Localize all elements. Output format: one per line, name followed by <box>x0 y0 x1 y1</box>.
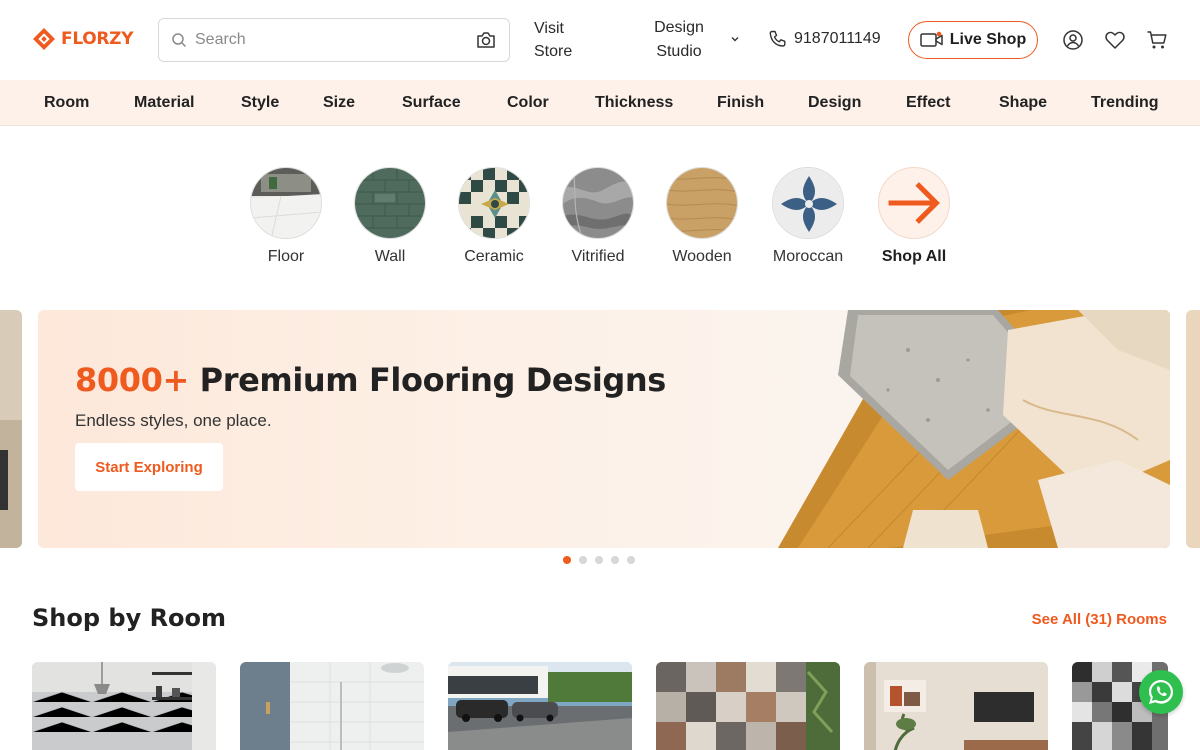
carousel-dots <box>563 556 635 564</box>
banner-title-text: Premium Flooring Designs <box>199 361 667 399</box>
banner-tiles-image <box>778 310 1170 548</box>
ceramic-thumbnail <box>458 167 530 239</box>
chevron-down-icon[interactable] <box>729 33 741 45</box>
phone-number: 9187011149 <box>794 30 881 47</box>
category-style[interactable]: Style <box>241 94 279 112</box>
moroccan-thumbnail <box>772 167 844 239</box>
category-trending[interactable]: Trending <box>1091 94 1159 112</box>
wall-thumbnail <box>354 167 426 239</box>
tile-type-label: Vitrified <box>571 248 625 265</box>
search-bar <box>158 18 510 62</box>
tile-type-label: Floor <box>267 248 305 265</box>
carousel-dot-4[interactable] <box>611 556 619 564</box>
visit-store-link[interactable]: Visit Store <box>534 17 594 63</box>
hero-banner: 8000+ Premium Flooring Designs Endless s… <box>38 310 1170 548</box>
tile-type-label: Shop All <box>881 248 947 265</box>
tile-type-label: Moroccan <box>772 248 844 265</box>
arrow-right-icon <box>888 182 940 224</box>
account-icon[interactable] <box>1062 29 1084 51</box>
live-shop-button[interactable]: Live Shop <box>908 21 1038 59</box>
room-card-bathroom[interactable] <box>240 662 424 750</box>
category-thickness[interactable]: Thickness <box>595 94 673 112</box>
video-icon <box>920 31 943 47</box>
carousel-dot-1[interactable] <box>563 556 571 564</box>
search-input[interactable] <box>195 31 475 49</box>
room-card-outdoor[interactable] <box>448 662 632 750</box>
tile-type-wooden[interactable]: Wooden <box>657 167 747 266</box>
shop-by-room-title: Shop by Room <box>32 604 227 632</box>
site-header: FLORZY Visit Store Design Studio 9187011… <box>0 0 1200 80</box>
previous-slide-peek[interactable] <box>0 310 22 548</box>
category-design[interactable]: Design <box>808 94 861 112</box>
logo-text: FLORZY <box>61 29 134 49</box>
tile-type-vitrified[interactable]: Vitrified <box>553 167 643 266</box>
category-room[interactable]: Room <box>44 94 89 112</box>
logo[interactable]: FLORZY <box>32 27 134 51</box>
banner-highlight: 8000+ <box>75 361 189 399</box>
floor-thumbnail <box>250 167 322 239</box>
carousel-dot-3[interactable] <box>595 556 603 564</box>
phone-icon <box>769 30 786 47</box>
banner-subtitle: Endless styles, one place. <box>75 411 272 430</box>
category-finish[interactable]: Finish <box>717 94 764 112</box>
start-exploring-button[interactable]: Start Exploring <box>75 443 223 491</box>
see-all-rooms-link[interactable]: See All (31) Rooms <box>1032 611 1167 628</box>
next-slide-peek[interactable] <box>1186 310 1200 548</box>
tile-type-wall[interactable]: Wall <box>345 167 435 266</box>
room-card-feature-wall[interactable] <box>656 662 840 750</box>
carousel-dot-2[interactable] <box>579 556 587 564</box>
category-effect[interactable]: Effect <box>906 94 950 112</box>
wooden-thumbnail <box>666 167 738 239</box>
carousel-dot-5[interactable] <box>627 556 635 564</box>
tile-type-floor[interactable]: Floor <box>241 167 331 266</box>
category-surface[interactable]: Surface <box>402 94 461 112</box>
design-studio-menu[interactable]: Design Studio <box>653 16 705 64</box>
search-icon <box>172 33 187 48</box>
tile-type-label: Wall <box>374 248 406 265</box>
banner-title: 8000+ Premium Flooring Designs <box>75 361 666 399</box>
cart-icon[interactable] <box>1146 29 1168 51</box>
shop-all-circle <box>878 167 950 239</box>
tile-type-moroccan[interactable]: Moroccan <box>763 167 853 266</box>
category-material[interactable]: Material <box>134 94 194 112</box>
whatsapp-button[interactable] <box>1139 670 1183 714</box>
camera-icon[interactable] <box>475 29 497 51</box>
tile-type-ceramic[interactable]: Ceramic <box>449 167 539 266</box>
room-card-kitchen[interactable] <box>32 662 216 750</box>
tile-type-label: Ceramic <box>464 248 524 265</box>
category-size[interactable]: Size <box>323 94 355 112</box>
logo-icon <box>33 28 55 50</box>
whatsapp-icon <box>1149 680 1173 704</box>
category-shape[interactable]: Shape <box>999 94 1047 112</box>
heart-icon[interactable] <box>1104 29 1126 51</box>
tile-type-label: Wooden <box>672 248 732 265</box>
live-shop-label: Live Shop <box>949 31 1027 48</box>
category-nav: Room Material Style Size Surface Color T… <box>0 80 1200 126</box>
vitrified-thumbnail <box>562 167 634 239</box>
phone-link[interactable]: 9187011149 <box>768 29 881 49</box>
category-color[interactable]: Color <box>507 94 549 112</box>
room-card-living-room[interactable] <box>864 662 1048 750</box>
tile-type-shop-all[interactable]: Shop All <box>869 167 959 266</box>
